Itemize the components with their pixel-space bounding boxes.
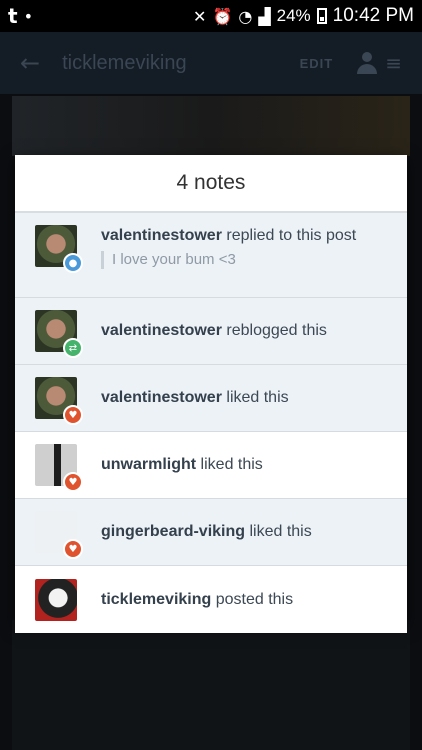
notification-dots-icon: • bbox=[23, 6, 33, 26]
clock: 10:42 PM bbox=[332, 5, 414, 26]
heart-badge-icon: ♥ bbox=[63, 405, 83, 425]
avatar[interactable]: ♥ bbox=[35, 444, 83, 492]
reblog-badge-icon: ⇄ bbox=[63, 338, 83, 358]
heart-badge-icon: ♥ bbox=[63, 539, 83, 559]
note-item[interactable]: ♥ gingerbeard-viking liked this bbox=[15, 499, 407, 566]
account-icon[interactable] bbox=[357, 52, 378, 74]
avatar[interactable]: ♥ bbox=[35, 511, 83, 559]
avatar[interactable] bbox=[35, 578, 77, 621]
note-action: liked this bbox=[221, 389, 289, 406]
note-item[interactable]: ● valentinestower replied to this post I… bbox=[15, 213, 407, 298]
note-action: liked this bbox=[245, 523, 312, 540]
signal-icon: ▟ bbox=[258, 6, 271, 26]
mute-icon: ✕ bbox=[193, 6, 207, 26]
notes-dialog: 4 notes ● valentinestower replied to thi… bbox=[15, 155, 407, 633]
note-action: liked this bbox=[196, 456, 263, 473]
edit-button[interactable]: EDIT bbox=[300, 56, 334, 71]
note-username[interactable]: ticklemeviking bbox=[101, 591, 211, 608]
blog-title: ticklemeviking bbox=[62, 51, 187, 74]
avatar[interactable]: ⇄ bbox=[35, 310, 83, 358]
avatar[interactable]: ● bbox=[35, 225, 83, 273]
app-bar: ← ticklemeviking EDIT ≡ bbox=[0, 32, 422, 94]
note-item[interactable]: ♥ unwarmlight liked this bbox=[15, 432, 407, 499]
note-action: posted this bbox=[211, 590, 294, 608]
note-username[interactable]: unwarmlight bbox=[101, 456, 196, 473]
heart-badge-icon: ♥ bbox=[63, 472, 83, 492]
note-item[interactable]: ⇄ valentinestower reblogged this bbox=[15, 298, 407, 365]
menu-icon[interactable]: ≡ bbox=[385, 51, 402, 75]
avatar[interactable]: ♥ bbox=[35, 377, 83, 425]
notes-dialog-title: 4 notes bbox=[15, 155, 407, 213]
tumblr-notification-icon: t bbox=[8, 4, 18, 28]
battery-icon bbox=[316, 8, 327, 24]
note-username[interactable]: valentinestower bbox=[101, 227, 222, 244]
background-post bbox=[12, 620, 410, 750]
note-action: replied to this post bbox=[221, 227, 357, 244]
reply-badge-icon: ● bbox=[63, 253, 83, 273]
note-item[interactable]: ticklemeviking posted this bbox=[15, 566, 407, 633]
note-item[interactable]: ♥ valentinestower liked this bbox=[15, 365, 407, 432]
note-username[interactable]: gingerbeard-viking bbox=[101, 523, 245, 540]
alarm-icon: ⏰ bbox=[212, 6, 233, 26]
note-username[interactable]: valentinestower bbox=[101, 389, 222, 406]
note-username[interactable]: valentinestower bbox=[101, 322, 222, 339]
wifi-icon: ◔ bbox=[238, 6, 253, 26]
status-bar: t • ✕ ⏰ ◔ ▟ 24% 10:42 PM bbox=[0, 0, 422, 32]
note-action: reblogged this bbox=[221, 322, 327, 339]
background-post-image bbox=[12, 96, 410, 156]
battery-percent: 24% bbox=[276, 6, 311, 25]
back-arrow-icon[interactable]: ← bbox=[20, 49, 40, 77]
reply-text: I love your bum <3 bbox=[101, 251, 356, 269]
